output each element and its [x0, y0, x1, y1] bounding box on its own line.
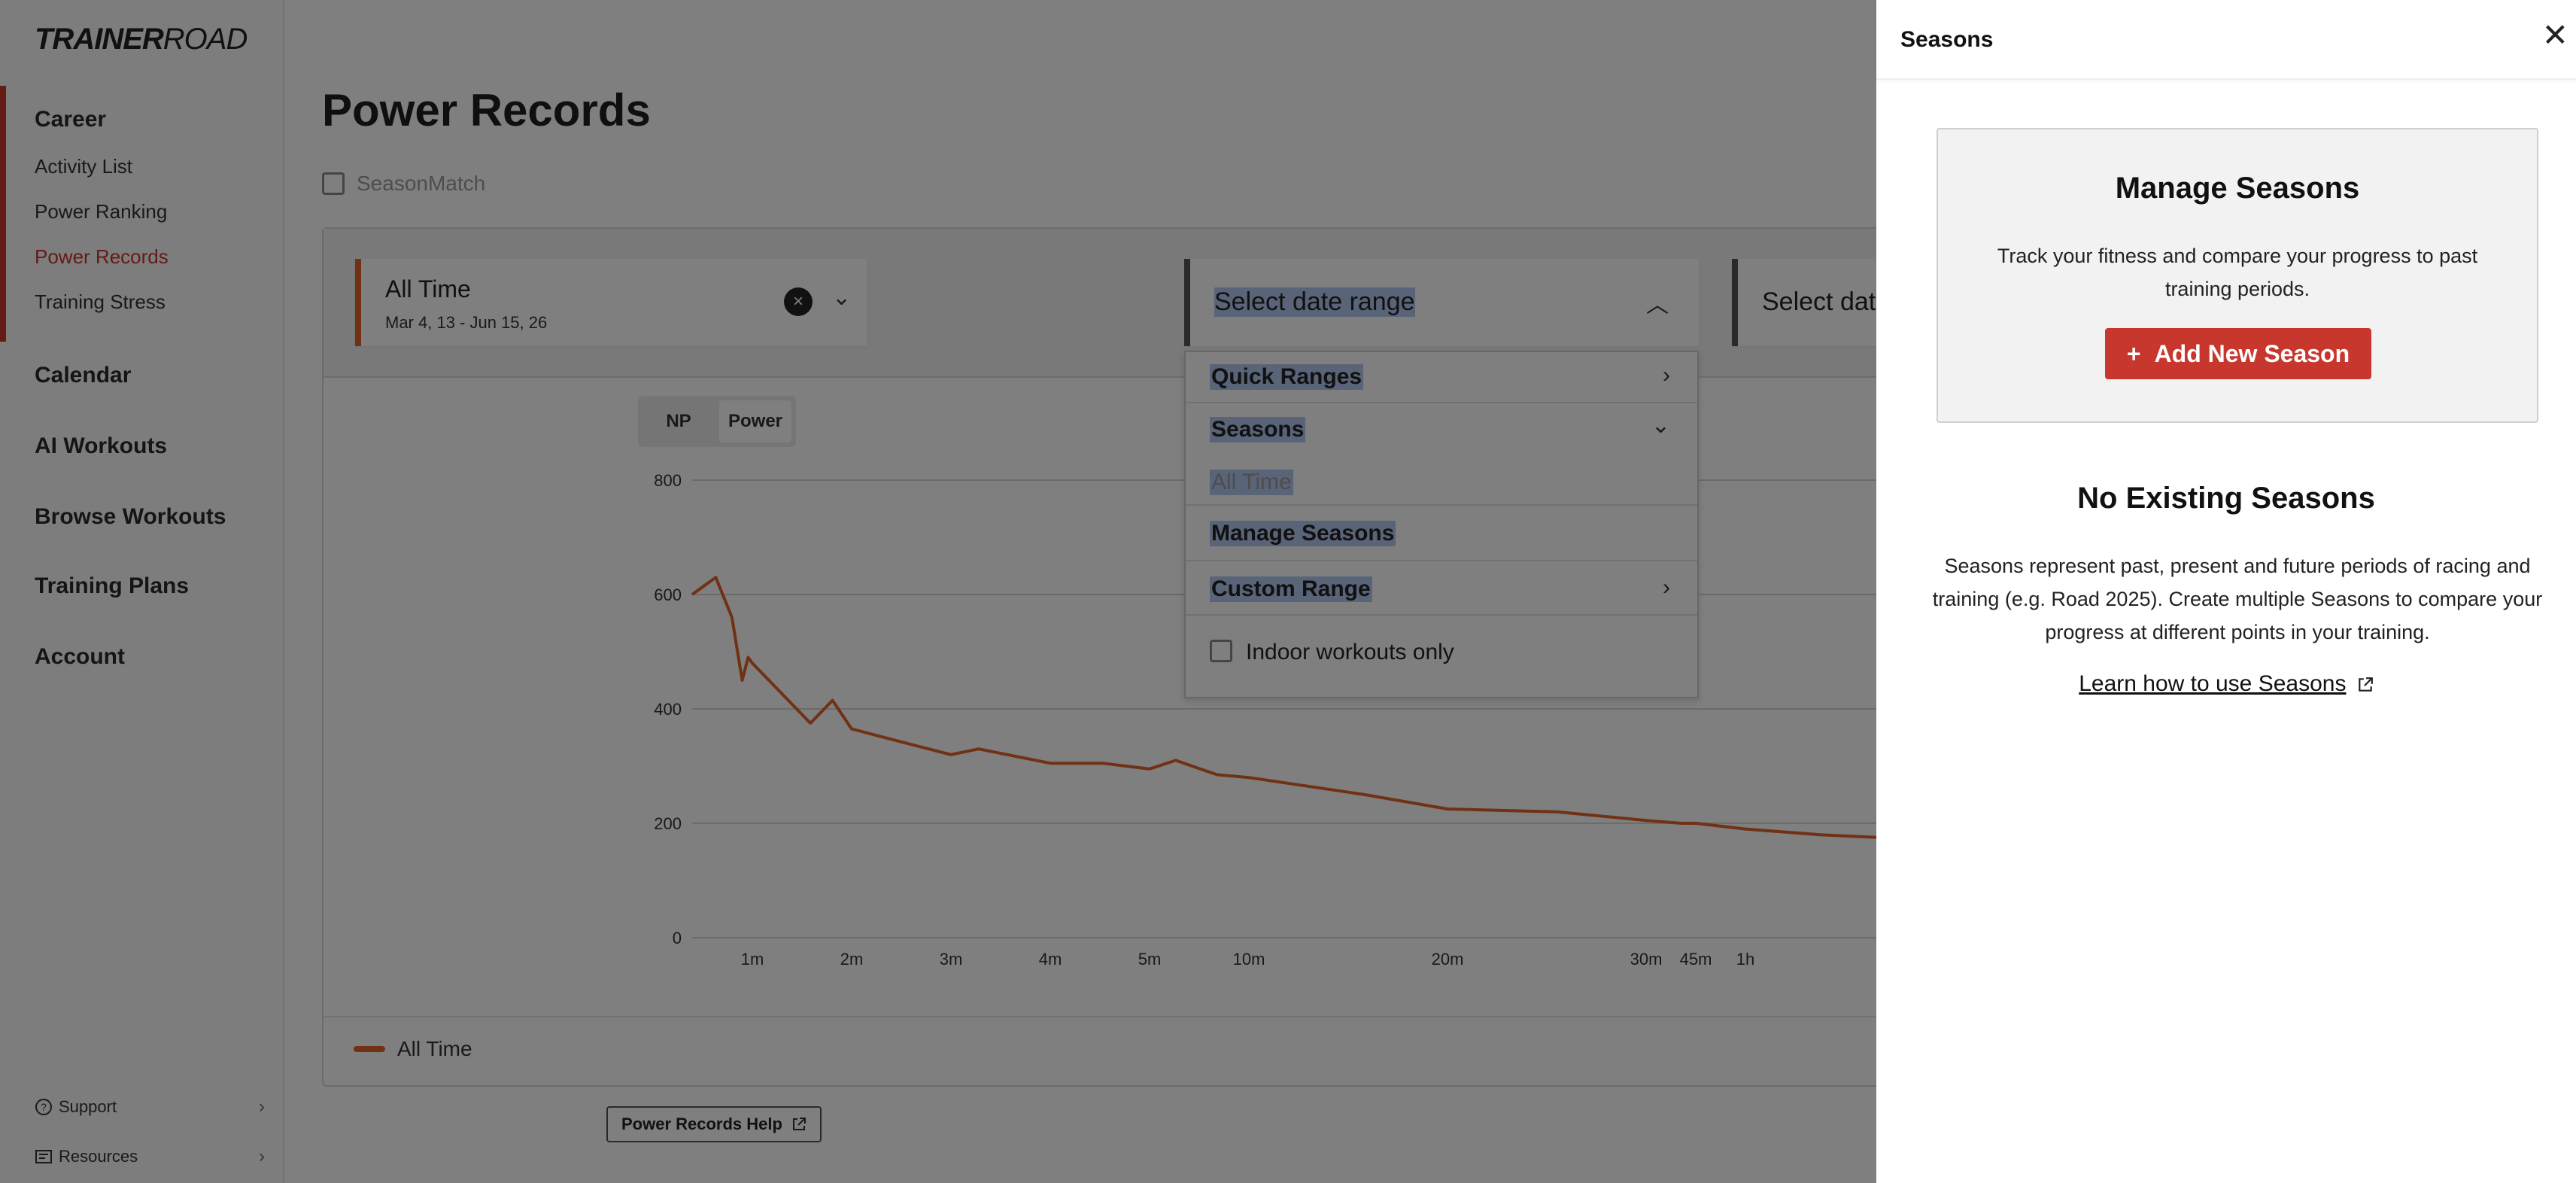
no-seasons-description: Seasons represent past, present and futu… [1932, 555, 2543, 643]
learn-seasons-link[interactable]: Learn how to use Seasons [2079, 671, 2346, 696]
add-new-season-label: Add New Season [2154, 339, 2350, 367]
drawer-header: Seasons ✕ [1876, 0, 2576, 80]
manage-seasons-title: Manage Seasons [2115, 172, 2360, 205]
manage-seasons-panel: Manage Seasons Track your fitness and co… [1937, 128, 2538, 423]
add-new-season-button[interactable]: + Add New Season [2105, 328, 2371, 379]
plus-icon: + [2126, 339, 2141, 367]
modal-backdrop[interactable] [0, 0, 1876, 1183]
learn-seasons-link-row: Learn how to use Seasons [1876, 671, 2576, 697]
external-link-icon [2358, 677, 2373, 692]
no-seasons-title: No Existing Seasons [2077, 482, 2375, 515]
seasons-drawer: Seasons ✕ Manage Seasons Track your fitn… [1876, 0, 2576, 1183]
drawer-title: Seasons [1900, 27, 1994, 52]
close-icon[interactable]: ✕ [2542, 20, 2568, 51]
manage-seasons-description: Track your fitness and compare your prog… [1997, 245, 2478, 300]
